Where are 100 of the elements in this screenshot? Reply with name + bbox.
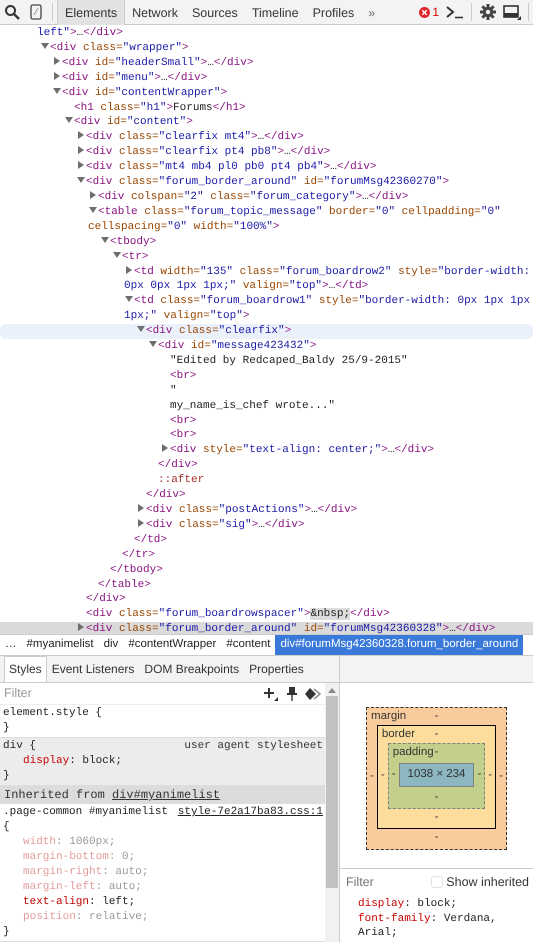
disclosure-triangle-icon[interactable] — [76, 161, 86, 170]
disclosure-triangle-icon[interactable] — [136, 518, 146, 527]
new-rule-icon[interactable] — [263, 686, 279, 700]
disclosure-triangle-icon[interactable] — [100, 236, 110, 244]
dom-node[interactable]: <div colspan="2" class="forum_category">…</div> — [0, 190, 533, 205]
rule-selector[interactable]: .page-common #myanimelist — [3, 806, 168, 818]
closing-tag[interactable]: </div> — [146, 489, 186, 502]
breadcrumb[interactable]: #myanimelist — [22, 635, 99, 655]
dom-node[interactable]: <div style="text-align: center;">…</div> — [0, 443, 533, 458]
style-property[interactable]: display: block; — [3, 754, 323, 769]
rule-selector[interactable]: element.style — [3, 707, 96, 719]
disclosure-triangle-icon[interactable] — [136, 504, 146, 512]
inherited-link[interactable]: div#myanimelist — [112, 788, 220, 802]
dom-node[interactable]: <div id="content"> — [0, 115, 533, 130]
error-icon[interactable] — [419, 6, 430, 18]
breadcrumb[interactable]: #contentWrapper — [123, 635, 222, 655]
stylesheet-link[interactable]: style-7e2a17ba83.css:1 — [178, 805, 323, 820]
panel-tab[interactable]: Elements — [57, 0, 126, 24]
disclosure-triangle-icon[interactable] — [148, 340, 158, 348]
panel-tab[interactable]: Profiles — [306, 0, 362, 24]
dom-node[interactable]: <tr> — [0, 250, 533, 264]
disclosure-triangle-icon[interactable] — [40, 42, 50, 50]
checkbox[interactable] — [430, 876, 444, 888]
pseudo-element[interactable]: ::after — [0, 473, 533, 488]
show-inherited-label[interactable]: Show inherited — [446, 872, 529, 892]
dom-node[interactable]: <div id="message423432"> — [0, 339, 533, 354]
closing-tag[interactable]: </div> — [86, 593, 126, 606]
sidebar-tab[interactable]: DOM Breakpoints — [139, 656, 244, 682]
rule-selector[interactable]: div — [3, 740, 30, 752]
sidebar-tab[interactable]: Event Listeners — [46, 656, 140, 682]
text-node[interactable]: "Edited by Redcaped_Baldy 25/9-2015" — [0, 354, 533, 369]
disclosure-triangle-icon[interactable] — [64, 116, 74, 124]
disclosure-triangle-icon[interactable] — [76, 131, 86, 140]
sidebar-tab[interactable]: Properties — [244, 656, 309, 682]
console-icon[interactable] — [446, 5, 464, 19]
disclosure-triangle-icon[interactable] — [76, 146, 86, 154]
dom-node[interactable]: <div id="contentWrapper"> — [0, 86, 533, 101]
scrollbar-thumb[interactable] — [326, 696, 338, 888]
closing-tag[interactable]: </tbody> — [110, 564, 163, 576]
disclosure-triangle-icon[interactable] — [124, 295, 134, 304]
disclosure-triangle-icon[interactable] — [88, 190, 98, 199]
panel-tab[interactable]: Network — [125, 0, 185, 24]
breadcrumb[interactable]: div#forumMsg42360328.forum_border_around — [275, 635, 524, 655]
settings-icon[interactable] — [480, 4, 496, 20]
search-icon[interactable] — [4, 4, 20, 20]
disclosure-triangle-icon[interactable] — [160, 444, 170, 452]
dom-node[interactable]: <br> — [0, 428, 533, 444]
dom-node[interactable]: <div id="headerSmall">…</div> — [0, 56, 533, 71]
pin-icon[interactable] — [287, 686, 297, 700]
closing-tag[interactable]: </tr> — [122, 548, 156, 561]
panel-tab[interactable]: Timeline — [244, 0, 306, 24]
scrollbar[interactable] — [325, 683, 339, 942]
computed-property[interactable]: font-family: Verdana, Arial; — [358, 912, 529, 940]
filter-field[interactable]: Filter — [344, 872, 427, 892]
dom-node[interactable]: <table class="forum_topic_message" border="0" cellpadding="0" cellspacing="0" width="100%"> — [0, 204, 533, 235]
dom-node[interactable]: <tbody> — [0, 234, 533, 250]
dom-node[interactable]: <div class="clearfix mt4">…</div> — [0, 130, 533, 146]
disclosure-triangle-icon[interactable] — [124, 266, 134, 274]
filter-field[interactable]: Filter — [4, 684, 263, 703]
scroll-up-icon[interactable] — [328, 687, 336, 693]
text-node[interactable]: " my_name_is_chef wrote..." — [0, 384, 533, 414]
panel-tab[interactable]: Sources — [184, 0, 245, 24]
breadcrumb[interactable]: … — [0, 635, 22, 655]
dock-icon[interactable] — [503, 4, 521, 20]
disclosure-triangle-icon[interactable] — [52, 56, 62, 65]
dom-node[interactable]: <div class="wrapper"> — [0, 40, 533, 56]
phone-icon[interactable] — [30, 4, 42, 20]
error-counter[interactable]: 1 — [415, 3, 443, 21]
style-property[interactable]: text-align: left; — [3, 895, 323, 910]
dom-node[interactable]: <div class="clearfix pt4 pb8">…</div> — [0, 145, 533, 160]
more-tabs-button[interactable]: » — [361, 0, 382, 24]
disclosure-triangle-icon[interactable] — [76, 176, 86, 184]
dom-node[interactable]: <div class="mt4 mb4 pl0 pb0 pt4 pb4">…</div> — [0, 160, 533, 176]
dom-node[interactable]: <br> — [0, 368, 533, 384]
dom-node[interactable]: <div id="menu">…</div> — [0, 70, 533, 86]
breadcrumb[interactable]: #content — [221, 635, 276, 655]
closing-tag[interactable]: </div> — [158, 459, 198, 472]
disclosure-triangle-icon[interactable] — [52, 86, 62, 95]
dom-node[interactable]: <div class="postActions">…</div> — [0, 503, 533, 518]
dom-node[interactable]: <div class="sig">…</div> — [0, 518, 533, 533]
dom-node[interactable]: <br> — [0, 414, 533, 428]
computed-property[interactable]: display: block; — [358, 897, 529, 912]
closing-tag[interactable]: </td> — [134, 534, 168, 546]
dom-node[interactable]: <div class="clearfix"> — [0, 324, 533, 340]
dom-node[interactable]: left">…</div> — [0, 26, 533, 41]
diamond-icon[interactable] — [305, 688, 321, 700]
dom-node[interactable]: <td class="forum_boardrow1" style="border-width: 0px 1px 1px 1px;" valign="top"> — [0, 294, 533, 324]
dom-node[interactable]: <div class="forum_border_around" id="forumMsg42360328">…</div> — [0, 622, 533, 634]
dom-node[interactable]: <div class="forum_boardrowspacer">&nbsp;</div> — [0, 607, 533, 622]
disclosure-triangle-icon[interactable] — [112, 250, 122, 259]
disclosure-triangle-icon[interactable] — [136, 325, 146, 334]
breadcrumb[interactable]: div — [98, 635, 124, 655]
disclosure-triangle-icon[interactable] — [52, 72, 62, 80]
disclosure-triangle-icon[interactable] — [76, 623, 86, 632]
closing-tag[interactable]: </table> — [98, 578, 151, 591]
dom-node[interactable]: <h1 class="h1">Forums</h1> — [0, 100, 533, 116]
sidebar-tab[interactable]: Styles — [4, 656, 47, 682]
dom-node[interactable]: <td width="135" class="forum_boardrow2" style="border-width: 0px 0px 1px 1px;" valign="top">…</td> — [0, 264, 533, 294]
disclosure-triangle-icon[interactable] — [88, 206, 98, 214]
dom-node[interactable]: <div class="forum_border_around" id="forumMsg42360270"> — [0, 175, 533, 190]
